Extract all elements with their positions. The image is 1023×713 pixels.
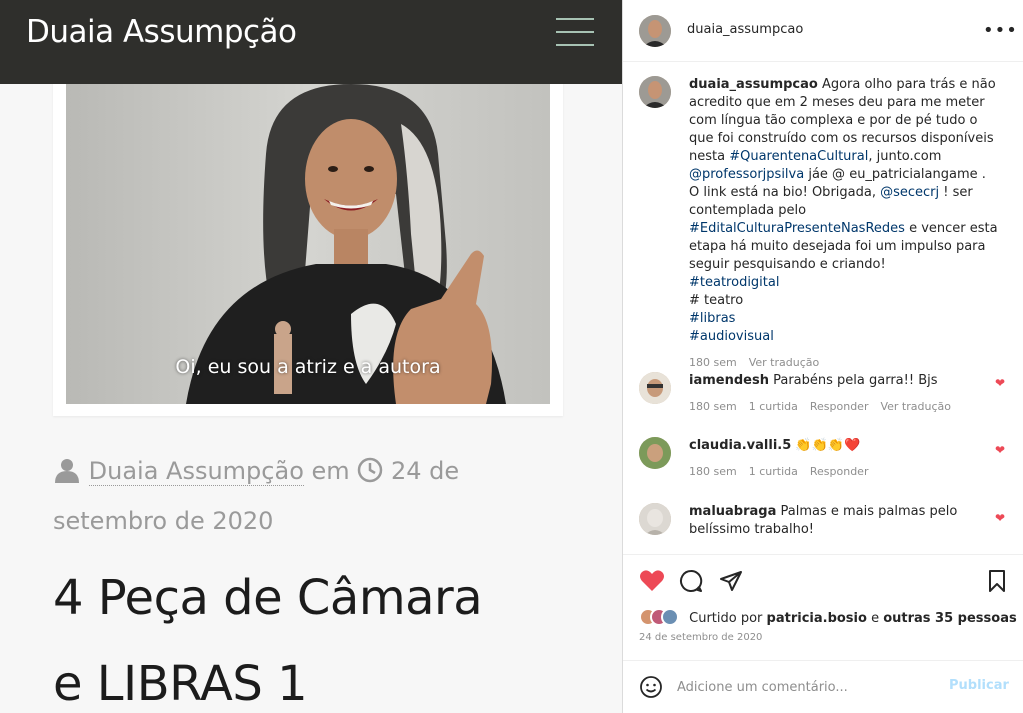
post-title: 4 Peça de Câmara e LIBRAS 1 <box>53 555 613 713</box>
comment-username[interactable]: iamendesh <box>689 373 769 388</box>
reply-button[interactable]: Responder <box>810 465 869 478</box>
post-meta: Duaia Assumpção em 24 de setembro de 202… <box>53 448 573 544</box>
mention-link[interactable]: @sececrj <box>880 185 939 200</box>
comment-input[interactable] <box>677 676 937 698</box>
timestamp: 180 sem <box>689 465 737 478</box>
menu-icon[interactable] <box>556 18 594 48</box>
avatar <box>661 608 679 626</box>
comment-body: claudia.valli.5 👏👏👏❤️ 180 sem 1 curtida Re… <box>689 437 999 481</box>
add-comment-bar: Publicar <box>623 660 1023 713</box>
author-link[interactable]: Duaia Assumpção <box>88 457 304 486</box>
comment-icon[interactable] <box>679 569 703 593</box>
avatar[interactable] <box>639 15 671 47</box>
bookmark-icon[interactable] <box>985 569 1009 593</box>
publish-button[interactable]: Publicar <box>949 678 1009 693</box>
heart-icon[interactable] <box>639 569 664 593</box>
post-date-1: 24 de <box>390 457 460 485</box>
action-bar: Curtido por patricia.bosio e outras 35 p… <box>623 555 1023 660</box>
hashtag-link[interactable]: #teatrodigital <box>689 274 999 292</box>
likes-count[interactable]: 1 curtida <box>749 400 798 413</box>
reply-button[interactable]: Responder <box>810 400 869 413</box>
hashtag-link[interactable]: #QuarentenaCultural <box>729 149 868 164</box>
site-title[interactable]: Duaia Assumpção <box>26 14 297 50</box>
heart-icon[interactable]: ❤ <box>995 376 1005 390</box>
translate-link[interactable]: Ver tradução <box>880 400 951 413</box>
caption-text: , junto.com <box>868 149 942 164</box>
comment-body: iamendesh Parabéns pela garra!! Bjs 180 … <box>689 372 999 416</box>
avatar[interactable] <box>639 503 671 535</box>
avatar[interactable] <box>639 372 671 404</box>
likes-count[interactable]: 1 curtida <box>749 465 798 478</box>
post-date: 24 de setembro de 2020 <box>639 632 763 643</box>
avatar[interactable] <box>639 76 671 108</box>
caption-username[interactable]: duaia_assumpcao <box>689 77 818 92</box>
comment-text: 👏👏👏❤️ <box>795 438 861 453</box>
comment-username[interactable]: maluabraga <box>689 504 776 519</box>
comments-area: duaia_assumpcao Agora olho para trás e n… <box>623 62 1023 555</box>
caption-body: duaia_assumpcao Agora olho para trás e n… <box>689 76 999 372</box>
video-caption: Oi, eu sou a atriz e a autora <box>175 356 441 378</box>
likes-summary: Curtido por patricia.bosio e outras 35 p… <box>639 608 1017 626</box>
heart-icon[interactable]: ❤ <box>995 443 1005 457</box>
hashtag-link[interactable]: #EditalCulturaPresenteNasRedes <box>689 221 905 236</box>
post-title-line-2: e LIBRAS 1 <box>53 656 308 712</box>
liked-others-link[interactable]: outras 35 pessoas <box>883 611 1017 626</box>
ig-header: duaia_assumpcao ••• <box>623 0 1023 62</box>
featured-video[interactable]: Oi, eu sou a atriz e a autora <box>66 84 550 404</box>
emoji-icon[interactable] <box>639 675 663 699</box>
by-text: em <box>311 457 350 485</box>
liked-user-link[interactable]: patricia.bosio <box>767 611 867 626</box>
share-icon[interactable] <box>719 569 743 593</box>
comment-meta: 180 sem 1 curtida Responder Ver tradução <box>689 398 999 416</box>
comment-meta: 180 sem 1 curtida Responder <box>689 463 999 481</box>
liked-mid-text: e <box>866 611 884 626</box>
comment-text: Parabéns pela garra!! Bjs <box>773 373 938 388</box>
user-icon <box>53 452 81 498</box>
comment-username[interactable]: claudia.valli.5 <box>689 438 791 453</box>
post-date-2: setembro de 2020 <box>53 507 274 535</box>
more-icon[interactable]: ••• <box>983 20 1018 41</box>
timestamp: 180 sem <box>689 356 737 369</box>
caption-meta: 180 sem Ver tradução <box>689 354 999 372</box>
username[interactable]: duaia_assumpcao <box>687 22 803 37</box>
post-title-line-1: 4 Peça de Câmara <box>53 570 483 626</box>
liked-by-text: Curtido por <box>689 611 767 626</box>
translate-link[interactable]: Ver tradução <box>749 356 820 369</box>
caption-text: # teatro <box>689 293 744 308</box>
instagram-panel: duaia_assumpcao ••• duaia_assumpcao Agor… <box>622 0 1023 713</box>
hashtag-link[interactable]: #audiovisual <box>689 328 999 346</box>
timestamp: 180 sem <box>689 400 737 413</box>
blog-page: Oi, eu sou a atriz e a autora Duaia Assu… <box>0 0 622 713</box>
site-header: Duaia Assumpção <box>0 0 622 84</box>
clock-icon <box>357 452 383 498</box>
mention-link[interactable]: @professorjpsilva <box>689 167 804 182</box>
comment-body: maluabraga Palmas e mais palmas pelo bel… <box>689 503 999 539</box>
hashtag-link[interactable]: #libras <box>689 310 999 328</box>
heart-icon[interactable]: ❤ <box>995 511 1005 525</box>
avatar[interactable] <box>639 437 671 469</box>
